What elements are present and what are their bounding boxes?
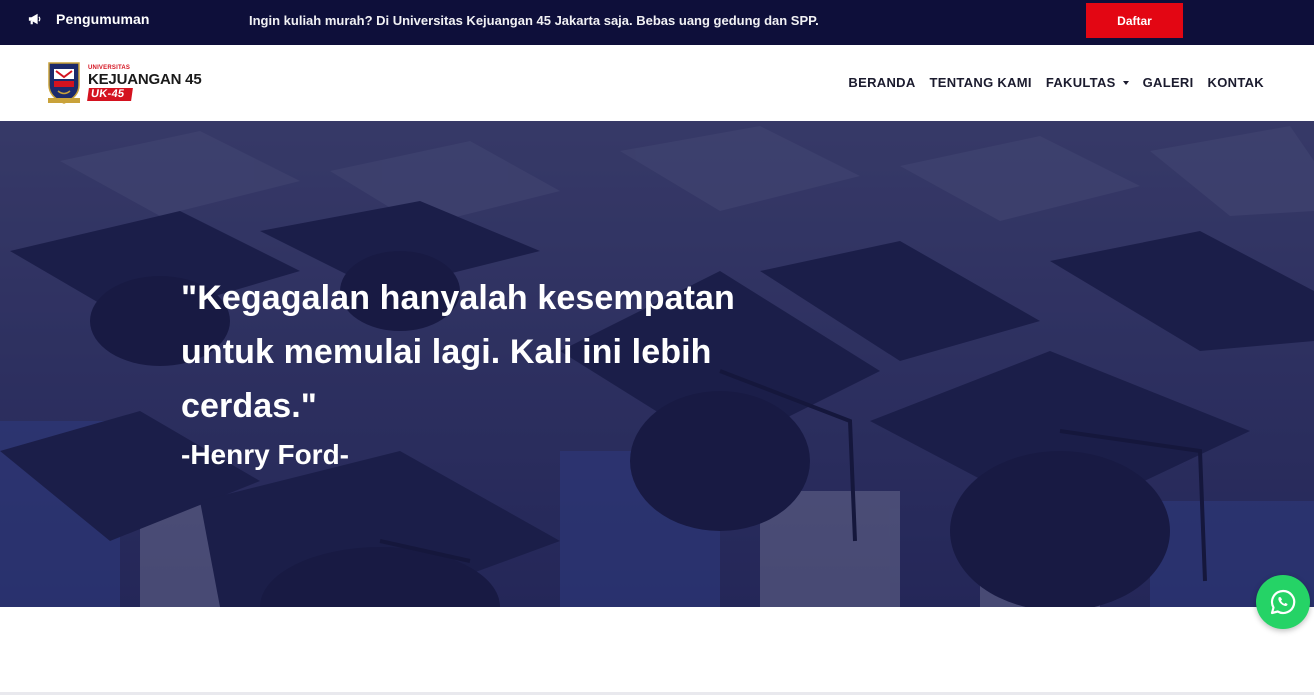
nav-item-galeri[interactable]: GALERI xyxy=(1143,75,1194,90)
hero-banner: "Kegagalan hanyalah kesempatan untuk mem… xyxy=(0,121,1314,607)
hero-quote: "Kegagalan hanyalah kesempatan untuk mem… xyxy=(181,279,735,425)
logo-wordmark: UNIVERSITAS KEJUANGAN 45 UK-45 xyxy=(87,65,202,101)
hero-quote-author: -Henry Ford- xyxy=(181,439,349,470)
site-logo[interactable]: UNIVERSITAS KEJUANGAN 45 UK-45 xyxy=(46,61,202,105)
announcement-text: Ingin kuliah murah? Di Universitas Kejua… xyxy=(249,13,819,28)
university-crest-logo xyxy=(48,62,80,104)
register-button[interactable]: Daftar xyxy=(1086,3,1183,38)
whatsapp-icon xyxy=(1270,589,1296,615)
main-menu: BERANDA TENTANG KAMI FAKULTAS GALERI KON… xyxy=(848,75,1264,90)
nav-item-label: TENTANG KAMI xyxy=(929,75,1032,90)
announcement-title-group: Pengumuman xyxy=(28,11,150,27)
nav-item-tentang-kami[interactable]: TENTANG KAMI xyxy=(930,75,1032,90)
nav-item-kontak[interactable]: KONTAK xyxy=(1208,75,1264,90)
nav-item-beranda[interactable]: BERANDA xyxy=(848,75,915,90)
logo-main-text: KEJUANGAN 45 xyxy=(88,71,202,88)
nav-item-fakultas[interactable]: FAKULTAS xyxy=(1046,75,1129,90)
announcement-title: Pengumuman xyxy=(56,11,150,27)
megaphone-icon xyxy=(28,13,41,25)
nav-item-label: FAKULTAS xyxy=(1045,75,1116,90)
announcement-bar: Pengumuman Ingin kuliah murah? Di Univer… xyxy=(0,0,1314,45)
logo-tag: UK-45 xyxy=(87,88,133,101)
nav-item-label: GALERI xyxy=(1142,75,1194,90)
whatsapp-chat-button[interactable] xyxy=(1256,575,1310,629)
nav-item-label: BERANDA xyxy=(848,75,916,90)
navbar: UNIVERSITAS KEJUANGAN 45 UK-45 BERANDA T… xyxy=(0,45,1314,121)
caret-down-icon xyxy=(1122,80,1129,85)
nav-item-label: KONTAK xyxy=(1207,75,1264,90)
